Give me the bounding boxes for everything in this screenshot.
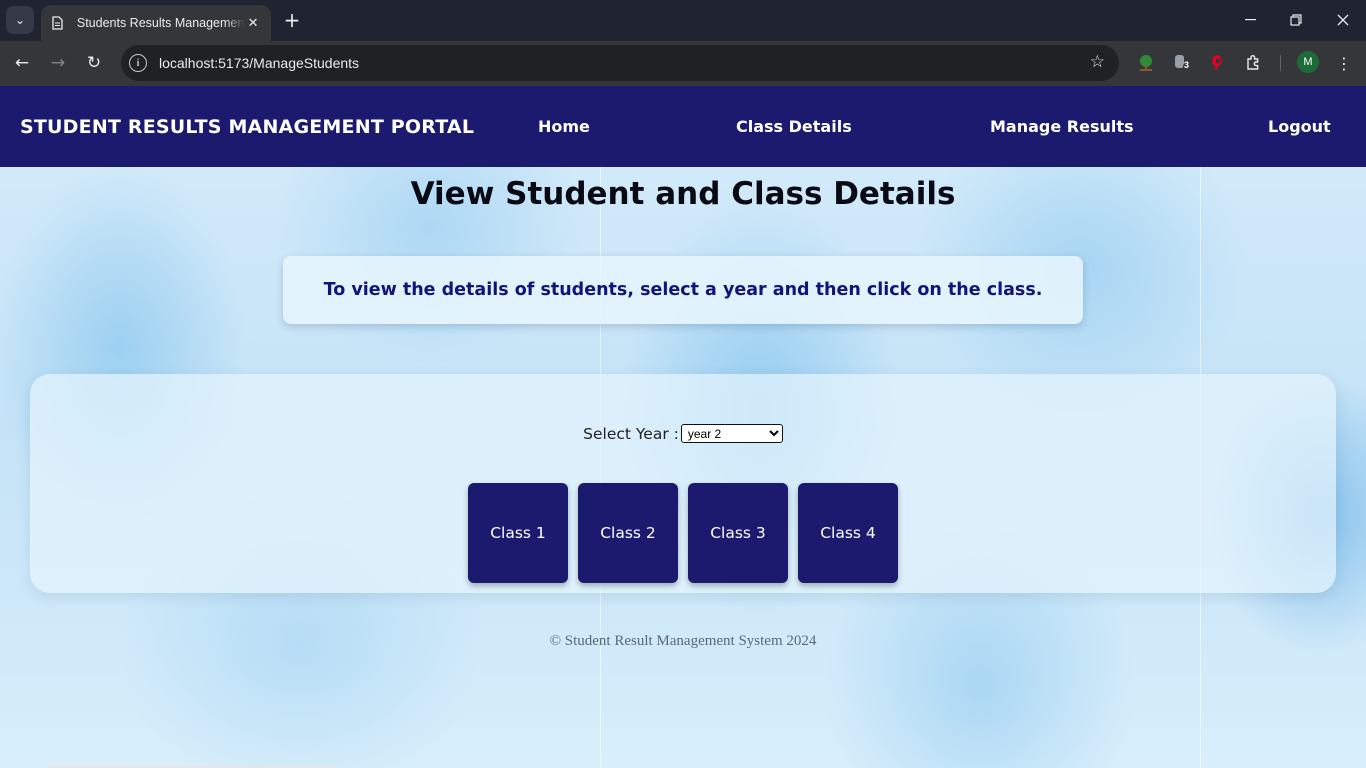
nav-class-details[interactable]: Class Details [736, 117, 852, 136]
class-1-button[interactable]: Class 1 [468, 483, 568, 583]
page-viewport: STUDENT RESULTS MANAGEMENT PORTAL Home C… [0, 86, 1366, 768]
nav-manage-results[interactable]: Manage Results [990, 117, 1134, 136]
nav-home[interactable]: Home [538, 117, 590, 136]
extensions-puzzle-icon[interactable] [1242, 51, 1266, 75]
footer-copyright: © Student Result Management System 2024 [549, 633, 817, 649]
nav-logout[interactable]: Logout [1268, 117, 1331, 136]
instruction-box: To view the details of students, select … [283, 256, 1083, 324]
minimize-icon[interactable] [1238, 8, 1262, 32]
brand-title[interactable]: STUDENT RESULTS MANAGEMENT PORTAL [20, 116, 474, 138]
instruction-text: To view the details of students, select … [323, 280, 1043, 300]
class-4-button[interactable]: Class 4 [798, 483, 898, 583]
site-info-icon[interactable]: i [129, 54, 147, 72]
page-title: View Student and Class Details [410, 176, 956, 212]
tab-title: Students Results Management Portal [76, 16, 246, 30]
pinterest-extension-icon[interactable] [1206, 51, 1230, 75]
reload-icon[interactable]: ↻ [82, 51, 106, 75]
new-tab-plus-icon[interactable]: + [281, 9, 303, 31]
class-button-row: Class 1 Class 2 Class 3 Class 4 [30, 483, 1336, 583]
class-2-button[interactable]: Class 2 [578, 483, 678, 583]
browser-tab-active[interactable]: Students Results Management Portal ✕ [41, 5, 271, 41]
browser-menu-icon[interactable]: ⋮ [1334, 51, 1354, 75]
url-text[interactable]: localhost:5173/ManageStudents [159, 55, 359, 71]
toolbar-divider [1280, 55, 1281, 71]
tab-close-icon[interactable]: ✕ [245, 16, 261, 31]
year-label: Select Year : [583, 424, 679, 443]
class-selection-panel: Select Year : year 2 Class 1 Class 2 Cla… [30, 374, 1336, 593]
year-select[interactable]: year 2 [680, 424, 783, 443]
forward-arrow-icon[interactable]: → [46, 51, 70, 75]
app-navbar: STUDENT RESULTS MANAGEMENT PORTAL Home C… [0, 86, 1366, 167]
extension-badge-count: 3 [1184, 60, 1190, 70]
browser-tab-strip: ⌄ Students Results Management Portal ✕ + [0, 0, 1366, 41]
bookmark-star-icon[interactable]: ☆ [1090, 52, 1105, 72]
window-close-icon[interactable] [1331, 8, 1355, 32]
year-selector-row: Select Year : year 2 [30, 424, 1336, 443]
document-icon [51, 15, 65, 31]
profile-avatar[interactable]: M [1297, 51, 1319, 73]
address-bar[interactable]: i localhost:5173/ManageStudents ☆ [121, 45, 1119, 81]
back-arrow-icon[interactable]: ← [10, 51, 34, 75]
tree-extension-icon[interactable] [1134, 51, 1158, 75]
class-3-button[interactable]: Class 3 [688, 483, 788, 583]
tab-search-chevron-icon[interactable]: ⌄ [6, 6, 34, 34]
extension-badge-icon[interactable]: 3 [1170, 51, 1194, 75]
browser-toolbar: ← → ↻ i localhost:5173/ManageStudents ☆ … [0, 41, 1366, 86]
restore-icon[interactable] [1284, 8, 1308, 32]
